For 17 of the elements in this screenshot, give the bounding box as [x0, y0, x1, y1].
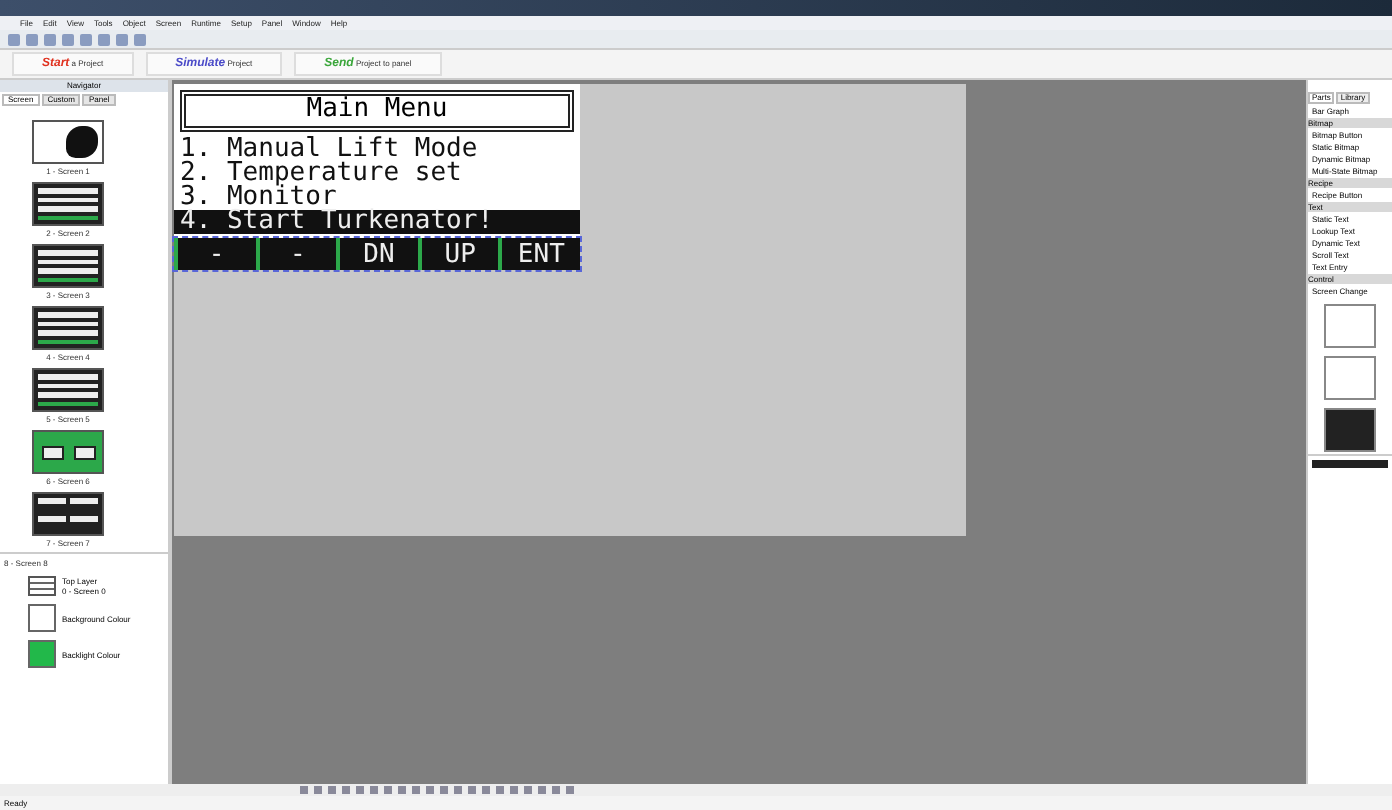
colour-swatch[interactable] — [28, 640, 56, 668]
screen-thumbnail[interactable] — [32, 120, 104, 164]
preview-thumbnail — [1324, 304, 1376, 348]
menu-line[interactable]: 1. Manual Lift Mode — [174, 138, 580, 162]
screen-thumbnail[interactable] — [32, 430, 104, 474]
menu-title: Main Menu — [180, 90, 574, 132]
preview-thumbnail — [1324, 356, 1376, 400]
screen-thumbnail[interactable] — [32, 182, 104, 226]
menu-line[interactable]: 3. Monitor — [174, 186, 580, 210]
colour-swatch[interactable] — [28, 604, 56, 632]
screen-thumbnail[interactable] — [32, 244, 104, 288]
screen-thumbnail[interactable] — [32, 306, 104, 350]
screen-thumbnail[interactable] — [32, 492, 104, 536]
layer-icon — [28, 576, 56, 596]
menu-line[interactable]: 2. Temperature set — [174, 162, 580, 186]
screen-thumbnail[interactable] — [32, 368, 104, 412]
preview-thumbnail — [1324, 408, 1376, 452]
